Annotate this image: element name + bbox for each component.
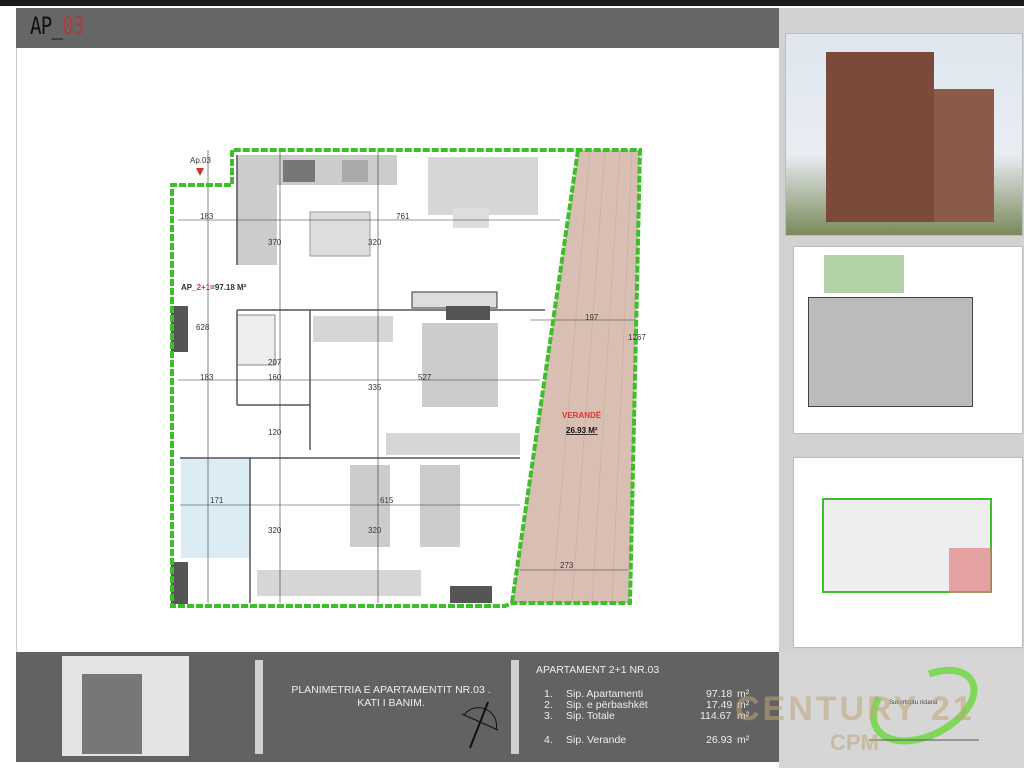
specs: APARTAMENT 2+1 NR.03	[536, 664, 659, 676]
watermark-sub: CPM	[830, 730, 879, 755]
dimension-label: 320	[368, 238, 382, 247]
thumbnail-building	[82, 674, 142, 754]
coffee-table	[453, 208, 489, 228]
dimension-label: 171	[210, 496, 224, 505]
cooktop	[342, 160, 368, 182]
dimension-label: 183	[200, 373, 214, 382]
dimension-label: 527	[418, 373, 432, 382]
marker-label: Ap.03	[190, 156, 211, 165]
dimension-label: 2+1	[197, 283, 211, 292]
site-building	[808, 297, 973, 407]
separator	[255, 660, 263, 754]
building-facade	[826, 52, 934, 222]
single-bed-2	[420, 465, 460, 547]
veranda-label: VERANDË	[562, 411, 602, 420]
sink	[283, 160, 315, 182]
building-photo	[785, 33, 1023, 236]
dimension-label: 183	[200, 212, 214, 221]
specs-table: 1. Sip. Apartamenti 97.18 m² 2. Sip. e përba…	[544, 688, 750, 746]
building-wing	[934, 89, 994, 222]
area-label: AP_2+1=97.18 M²	[181, 283, 247, 292]
reference-images-panel	[779, 8, 1024, 652]
bathroom-tiles	[181, 458, 249, 558]
caption-line-1: PLANIMETRIA E APARTAMENTIT NR.03 .	[291, 684, 491, 696]
dimension-label: 197	[585, 313, 599, 322]
veranda-area	[512, 150, 640, 603]
north-arrow-icon	[461, 701, 499, 749]
sofa	[428, 157, 538, 215]
site-green	[824, 255, 904, 293]
dimension-label: 320	[268, 526, 282, 535]
dimension-label: 335	[368, 383, 382, 392]
column	[446, 306, 490, 320]
dimension-label: 207	[268, 358, 282, 367]
dimension-label: 615	[380, 496, 394, 505]
building-thumbnail	[62, 656, 189, 756]
site-plan-image	[793, 246, 1023, 434]
key-plan-highlight	[949, 548, 991, 593]
dimension-label: AP_	[181, 283, 197, 292]
dimension-label: 160	[268, 373, 282, 382]
wardrobe	[386, 433, 520, 455]
entrance-marker-icon	[196, 168, 204, 176]
bedroom-wardrobe	[257, 570, 421, 596]
column-bottom	[450, 586, 492, 603]
desk	[313, 316, 393, 342]
tv-unit	[411, 291, 498, 309]
specs-title: APARTAMENT 2+1 NR.03	[536, 664, 660, 676]
watermark-brand: CENTURY 21	[735, 690, 975, 728]
dining-table	[309, 211, 371, 257]
dimension-label: 120	[268, 428, 282, 437]
kitchen-counter-side	[237, 155, 277, 265]
double-bed	[422, 323, 498, 407]
dimension-label: 273	[560, 561, 574, 570]
dimension-label: 628	[196, 323, 210, 332]
floor-key-plan-image	[793, 457, 1023, 648]
dimension-label: 761	[396, 212, 410, 221]
dimension-label: 370	[268, 238, 282, 247]
veranda-area: 26.93 M²	[566, 426, 598, 435]
dimension-label: =97.18 M²	[210, 283, 247, 292]
dimension-label: 1267	[628, 333, 646, 342]
dimension-label: 320	[368, 526, 382, 535]
info-bar: PLANIMETRIA E APARTAMENTIT NR.03 . KATI I…	[16, 652, 779, 762]
